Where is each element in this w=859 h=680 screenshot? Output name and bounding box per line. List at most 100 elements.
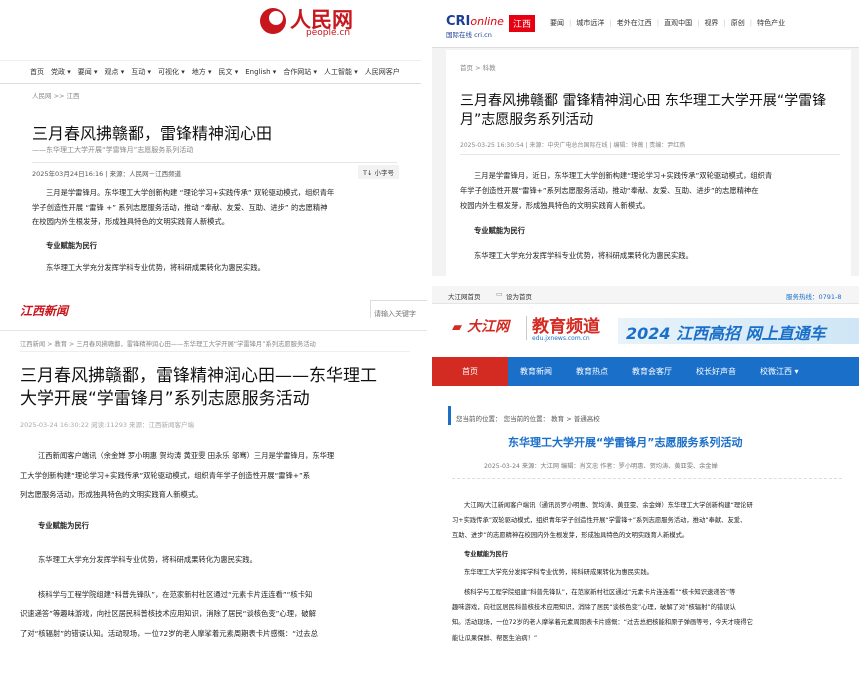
nav-item[interactable]: 特色产业 [757, 19, 785, 27]
location-bar: 您当前的位置： 您当前的位置： 教育 > 普通高校 [448, 406, 600, 425]
article-meta: 2025-03-24 来源：大江网 编辑：肖文忠 作者：罗小明惠、贺均涛、黄亚雯… [484, 463, 718, 470]
nav-item[interactable]: 原创 [731, 19, 745, 27]
article-meta: 2025年03月24日16:16 | 来源：人民网－江西频道 [32, 170, 182, 178]
paragraph-line: 工大学创新构建“理论学习+实践传承”双轮驱动模式，组织青年学子创造性开展“雷锋+… [20, 470, 311, 480]
nav-separator: | [723, 19, 726, 27]
cri-header: CRIonline 国际在线 cri.cn 江西 要闻 | 城市远洋 | 老外在江西 | 直… [432, 0, 859, 48]
nav-separator: | [656, 19, 660, 27]
article-body: 大江网/大江新闻客户端讯（通讯员罗小明惠、贺均涛、黄亚雯、余金婵）东华理工大学创… [452, 498, 847, 646]
nav-item[interactable]: 要闻 ▾ [78, 68, 98, 76]
section-heading: 专业赋能为民行 [38, 520, 90, 530]
cri-logo-sub: 国际在线 cri.cn [446, 31, 492, 39]
people-logo[interactable]: 人民网 people.cn [258, 4, 378, 38]
section-heading: 专业赋能为民行 [46, 240, 98, 250]
paragraph-line: 年学子创造性开展“雷锋+”系列志愿服务活动，推动“奉献、友爱、互助、进步”的志愿… [460, 186, 759, 195]
people-panel: 人民网 people.cn 首页 党政 ▾ 要闻 ▾ 观点 ▾ 互动 ▾ 可视化 ▾ 地方 … [0, 0, 421, 283]
dajiang-logo[interactable]: ▰ 大江网 [452, 316, 509, 336]
article-body: 三月是学雷锋月。东华理工大学创新构建 “理论学习+实践传承” 双轮驱动模式，组织… [32, 186, 402, 276]
paragraph-line: 三月是学雷锋月。东华理工大学创新构建 “理论学习+实践传承” 双轮驱动模式，组织… [46, 188, 335, 197]
cri-logo[interactable]: CRIonline 国际在线 cri.cn [446, 10, 504, 39]
channel-name: 教育频道 [532, 317, 600, 337]
nav-item[interactable]: 互动 ▾ [131, 68, 151, 76]
nav-item[interactable]: English ▾ [245, 68, 276, 76]
paragraph-line: 核科学与工程学院组建“科普先锋队”，在范家新村社区通过“元素卡片连连看”“核卡知… [464, 589, 736, 597]
paragraph-line: 校园内外生根发芽，形成独具特色的文明实践育人新模式。 [460, 201, 650, 210]
nav-item[interactable]: 教育新闻 [508, 357, 564, 386]
region-badge[interactable]: 江西 [509, 15, 536, 32]
people-logo-en: people.cn [306, 28, 351, 38]
nav-item[interactable]: 老外在江西 [617, 19, 652, 27]
cri-content: 首页 > 科教 三月春风拂赣鄱 雷锋精神润心田 东华理工大学开展“学雷锋 月”志… [446, 50, 851, 276]
nav-item[interactable]: 合作网站 ▾ [283, 68, 317, 76]
nav-item[interactable]: 首页 [432, 357, 508, 386]
nav-item[interactable]: 可视化 ▾ [158, 68, 185, 76]
nav-separator: | [749, 19, 753, 27]
main-nav: 首页 教育新闻 教育热点 教育会客厅 校长好声音 校微江西 ▾ [432, 357, 859, 386]
breadcrumb[interactable]: 您当前的位置： 您当前的位置： 教育 > 普通高校 [456, 415, 600, 423]
home-link[interactable]: 大江网首页 [448, 291, 481, 301]
font-size-button[interactable]: T↓ 小字号 [358, 165, 399, 179]
paragraph-line: 能让瓜果保鲜、帮医生治病！” [452, 634, 538, 642]
paragraph: 东华理工大学充分发挥学科专业优势，将科研成果转化为惠民实践。 [464, 568, 653, 576]
people-logo-icon [260, 8, 286, 34]
nav-item[interactable]: 教育热点 [564, 357, 620, 386]
banner-text: 2024 江西高招 网上直通车 [626, 324, 826, 343]
paragraph: 东华理工大学充分发挥学科专业优势，将科研成果转化为惠民实践。 [46, 263, 265, 272]
article-body: 三月是学雷锋月，近日，东华理工大学创新构建“理论学习+实践传承”双轮驱动模式，组… [460, 168, 845, 263]
title-line: 三月春风拂赣鄱 雷锋精神润心田 东华理工大学开展“学雷锋 [460, 93, 827, 109]
dajiang-panel: 大江网首页 ▭ 设为首页 服务热线：0791-8 ▰ 大江网 教育频道 edu.… [432, 286, 859, 680]
paragraph-line: 习+实践传承”双轮驱动模式，组织青年学子创造性开展“学雷锋+”系列志愿服务活动，… [452, 517, 747, 525]
paragraph-line: 了对“核辐射”的错误认知。活动现场，一位72岁的老人摩挲着元素周期表卡片感慨：“… [20, 628, 318, 638]
nav-separator: | [697, 19, 700, 27]
nav-item[interactable]: 人工智能 ▾ [324, 68, 358, 76]
set-home-icon: ▭ [496, 290, 503, 298]
breadcrumb[interactable]: 江西新闻 > 教育 > 三月春风拂赣鄱，雷锋精神润心田——东华理工大学开展“学雷… [20, 339, 316, 348]
nav-item[interactable]: 校微江西 ▾ [748, 357, 811, 386]
page-subtitle: ——东华理工大学开展“学雷锋月”志愿服务系列活动 [32, 146, 194, 154]
breadcrumb[interactable]: 首页 > 科教 [460, 62, 496, 72]
nav-item[interactable]: 教育会客厅 [620, 357, 684, 386]
top-bar: 大江网首页 ▭ 设为首页 服务热线：0791-8 [432, 286, 859, 304]
gaokao-banner[interactable]: 2024 江西高招 网上直通车 [618, 318, 859, 344]
title-line: 月”志愿服务系列活动 [460, 112, 594, 128]
page-title: 三月春风拂赣鄱 雷锋精神润心田 东华理工大学开展“学雷锋 月”志愿服务系列活动 [460, 92, 826, 130]
cri-logo-text: CRI [446, 14, 471, 29]
channel-logo[interactable]: 教育频道 edu.jxnews.com.cn [532, 312, 600, 342]
nav-item[interactable]: 党政 ▾ [51, 68, 71, 76]
paragraph-line: 学子创造性开展 “雷锋 +” 系列志愿服务活动，推动 “奉献、友爱、互助、进步”… [32, 202, 328, 212]
nav-item[interactable]: 首页 [30, 68, 44, 76]
section-heading: 专业赋能为民行 [464, 550, 509, 558]
nav-item[interactable]: 视界 [704, 19, 718, 27]
search-box [370, 300, 427, 322]
page-title: 三月春风拂赣鄱，雷锋精神润心田——东华理工 大学开展“学雷锋月”系列志愿服务活动 [20, 365, 377, 411]
cri-panel: CRIonline 国际在线 cri.cn 江西 要闻 | 城市远洋 | 老外在江西 | 直… [432, 0, 859, 276]
jxnews-panel: 江西新闻 江西新闻 > 教育 > 三月春风拂赣鄱，雷锋精神润心田——东华理工大学… [0, 288, 427, 680]
breadcrumb[interactable]: 人民网 >> 江西 [32, 90, 80, 100]
nav-item[interactable]: 直观中国 [664, 19, 692, 27]
nav-item[interactable]: 地方 ▾ [192, 68, 212, 76]
hotline: 服务热线：0791-8 [786, 293, 842, 301]
paragraph: 东华理工大学充分发挥学科专业优势，将科研成果转化为惠民实践。 [474, 251, 693, 260]
nav-separator: | [569, 19, 572, 27]
paragraph-line: 在校园内外生根发芽，形成独具特色的文明实践育人新模式。 [32, 217, 230, 226]
nav-item[interactable]: 校长好声音 [684, 357, 748, 386]
set-home-link[interactable]: 设为首页 [506, 291, 532, 301]
paragraph-line: 趣味游戏，向社区居民科普核技术应用知识，消除了居民“谈核色变”心理，破解了对“核… [452, 604, 736, 612]
dajiang-logo-icon: ▰ [452, 320, 462, 335]
section-heading: 专业赋能为民行 [474, 226, 526, 235]
channel-url: edu.jxnews.com.cn [532, 335, 590, 342]
paragraph-line: 大江网/大江新闻客户端讯（通讯员罗小明惠、贺均涛、黄亚雯、余金婵）东华理工大学创… [464, 502, 753, 509]
title-line: 大学开展“学雷锋月”系列志愿服务活动 [20, 389, 310, 409]
jxnews-logo[interactable]: 江西新闻 [20, 302, 68, 319]
nav-item[interactable]: 城市远洋 [576, 19, 604, 27]
cri-online-text: online [470, 15, 504, 28]
page-title: 三月春风拂赣鄱，雷锋精神润心田 [32, 124, 273, 143]
nav-item[interactable]: 人民网客户 [365, 68, 400, 76]
nav-item[interactable]: 民文 ▾ [219, 68, 239, 76]
nav-item[interactable]: 要闻 [550, 19, 564, 27]
paragraph: 东华理工大学充分发挥学科专业优势，将科研成果转化为惠民实践。 [38, 555, 257, 564]
paragraph-line: 知。活动现场，一位72岁的老人摩挲着元素周期表卡片感慨：“过去总把核能和原子弹画… [452, 619, 753, 627]
search-input[interactable] [371, 306, 427, 322]
page-title: 东华理工大学开展“学雷锋月”志愿服务系列活动 [508, 436, 743, 449]
nav-item[interactable]: 观点 ▾ [105, 68, 125, 76]
